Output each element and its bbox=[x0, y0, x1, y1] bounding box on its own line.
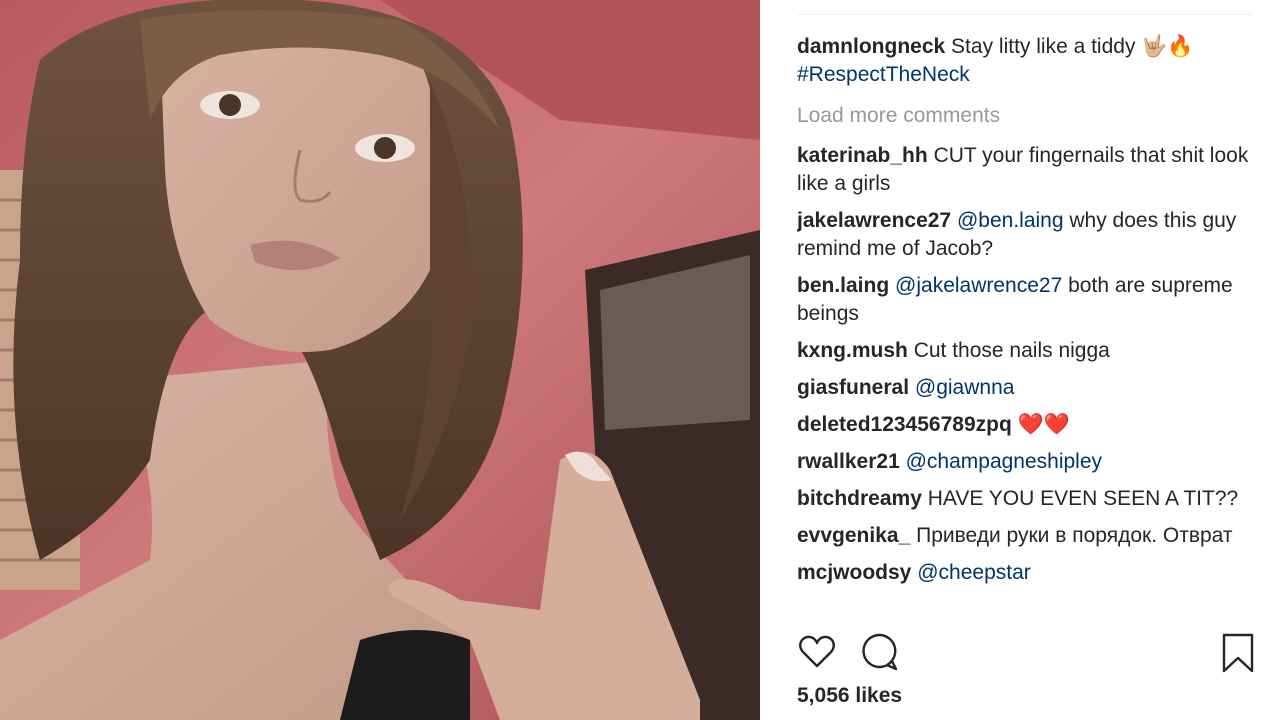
comment-text: ❤️❤️ bbox=[1017, 413, 1070, 436]
comment-username[interactable]: mcjwoodsy bbox=[797, 561, 911, 584]
comment-username[interactable]: evvgenika_ bbox=[797, 524, 910, 547]
comment-item: rwallker21 @champagneshipley bbox=[797, 448, 1252, 476]
heart-icon[interactable] bbox=[797, 632, 837, 674]
post-photo[interactable] bbox=[0, 0, 760, 720]
divider bbox=[797, 14, 1252, 15]
bookmark-icon[interactable] bbox=[1218, 632, 1258, 674]
comment-item: jakelawrence27 @ben.laing why does this … bbox=[797, 207, 1252, 263]
selfie-image bbox=[0, 0, 760, 720]
likes-count[interactable]: 5,056 likes bbox=[797, 684, 902, 708]
comment-item: ben.laing @jakelawrence27 both are supre… bbox=[797, 272, 1252, 328]
comments-list[interactable]: damnlongneck Stay litty like a tiddy 🤟🏼🔥… bbox=[797, 33, 1252, 618]
caption: damnlongneck Stay litty like a tiddy 🤟🏼🔥… bbox=[797, 33, 1252, 89]
caption-username[interactable]: damnlongneck bbox=[797, 35, 945, 58]
comment-username[interactable]: giasfuneral bbox=[797, 376, 909, 399]
comment-mention[interactable]: @ben.laing bbox=[957, 209, 1064, 232]
comment-username[interactable]: bitchdreamy bbox=[797, 487, 922, 510]
action-bar bbox=[797, 632, 1254, 678]
comment-username[interactable]: kxng.mush bbox=[797, 339, 908, 362]
comment-item: katerinab_hh CUT your fingernails that s… bbox=[797, 142, 1252, 198]
comment-item: evvgenika_ Приведи руки в порядок. Отвра… bbox=[797, 522, 1252, 550]
comment-item: mcjwoodsy @cheepstar bbox=[797, 559, 1252, 587]
comment-mention[interactable]: @jakelawrence27 bbox=[895, 274, 1062, 297]
comment-icon[interactable] bbox=[859, 632, 899, 674]
comment-item: kxng.mush Cut those nails nigga bbox=[797, 337, 1252, 365]
comment-username[interactable]: jakelawrence27 bbox=[797, 209, 951, 232]
load-more-comments-link[interactable]: Load more comments bbox=[797, 102, 1252, 130]
caption-text: Stay litty like a tiddy 🤟🏼🔥 bbox=[951, 35, 1194, 58]
comment-text: Cut those nails nigga bbox=[913, 339, 1110, 362]
comment-username[interactable]: ben.laing bbox=[797, 274, 889, 297]
comment-text: Приведи руки в порядок. Отврат bbox=[916, 524, 1233, 547]
comment-username[interactable]: katerinab_hh bbox=[797, 144, 928, 167]
comment-item: deleted123456789zpq ❤️❤️ bbox=[797, 411, 1252, 439]
comment-item: bitchdreamy HAVE YOU EVEN SEEN A TIT?? bbox=[797, 485, 1252, 513]
caption-hashtag[interactable]: #RespectTheNeck bbox=[797, 63, 970, 86]
comment-item: giasfuneral @giawnna bbox=[797, 374, 1252, 402]
comment-mention[interactable]: @champagneshipley bbox=[906, 450, 1102, 473]
comment-username[interactable]: rwallker21 bbox=[797, 450, 900, 473]
comment-text: HAVE YOU EVEN SEEN A TIT?? bbox=[927, 487, 1239, 510]
comment-mention[interactable]: @cheepstar bbox=[917, 561, 1031, 584]
comment-mention[interactable]: @giawnna bbox=[915, 376, 1015, 399]
comment-username[interactable]: deleted123456789zpq bbox=[797, 413, 1012, 436]
